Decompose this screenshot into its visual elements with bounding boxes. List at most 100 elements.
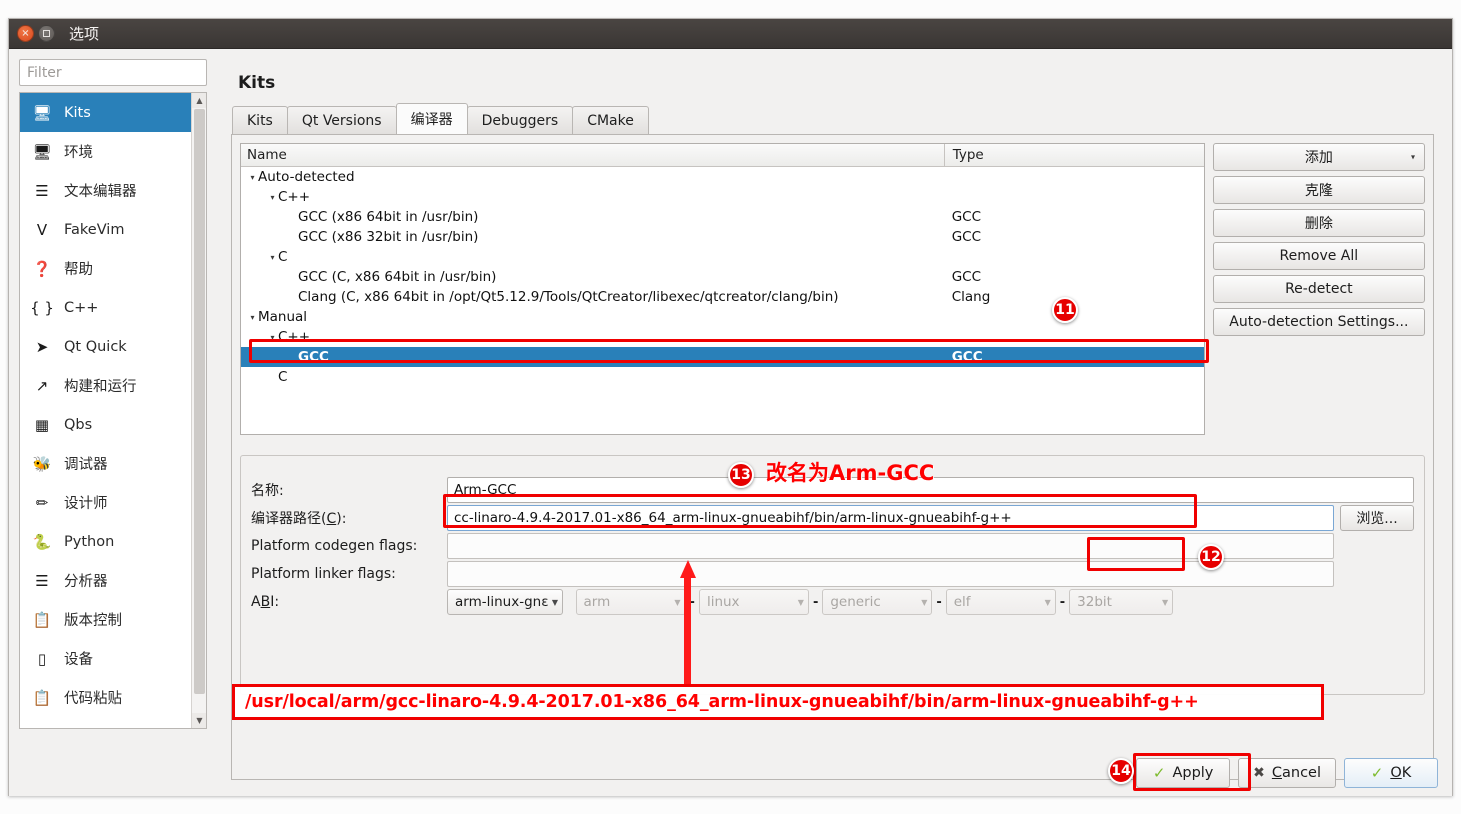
compiler-path-input[interactable]: cc-linaro-4.9.4-2017.01-x86_64_arm-linux…	[447, 505, 1334, 531]
abi-width-combo[interactable]: 32bit ▼	[1069, 589, 1174, 615]
sidebar-item-7[interactable]: ↗ 构建和运行	[20, 366, 206, 405]
tab-0[interactable]: Kits	[232, 106, 288, 134]
tab-3[interactable]: Debuggers	[466, 106, 574, 134]
compiler-action-label: 克隆	[1304, 183, 1333, 199]
braces-icon: { }	[30, 298, 54, 317]
sidebar-item-16[interactable]: ⚙ Language Client	[20, 717, 206, 729]
abi-os-combo[interactable]: linux ▼	[698, 589, 809, 615]
sidebar-item-13[interactable]: 📋 版本控制	[20, 600, 206, 639]
abi-format-combo[interactable]: elf ▼	[945, 589, 1056, 615]
tree-row-name-cell: GCC (x86 64bit in /usr/bin)	[241, 209, 944, 225]
tree-row-label: GCC (x86 64bit in /usr/bin)	[298, 209, 479, 225]
tree-row-label: Auto-detected	[258, 169, 355, 185]
compiler-actions: 添加 ▾ 克隆删除 Remove All Re-detect Auto-detection…	[1212, 143, 1425, 435]
tree-row-type-cell: GCC	[951, 209, 982, 225]
qtquick-icon: ➤	[35, 337, 49, 356]
dialog-button-label: Cancel	[1271, 765, 1321, 781]
chevron-down-icon[interactable]: ▾	[1411, 153, 1415, 162]
sidebar-item-6[interactable]: ➤ Qt Quick	[20, 327, 206, 366]
table-row[interactable]: ▾ Auto-detected	[241, 167, 1204, 187]
tree-row-name-cell: GCC (C, x86 64bit in /usr/bin)	[241, 269, 944, 285]
sidebar-item-10[interactable]: ✏ 设计师	[20, 483, 206, 522]
table-row[interactable]: GCC (x86 64bit in /usr/bin) GCC	[241, 207, 1204, 227]
linker-flags-row: Platform linker flags:	[251, 560, 1414, 588]
tab-2[interactable]: 编译器	[395, 103, 468, 134]
chevron-down-icon[interactable]: ▾	[267, 253, 278, 262]
compiler-action-button-1[interactable]: 克隆	[1212, 176, 1425, 204]
sidebar: Filter 🖥 Kits 🖥 环境 ☰ 文本编辑器 V FakeVim ❓ 帮助 { } C++ ➤ Q…	[19, 59, 224, 729]
fakevim-icon: V	[36, 220, 48, 239]
compiler-action-button-4[interactable]: Re-detect	[1212, 275, 1425, 303]
chevron-down-icon[interactable]: ▾	[247, 313, 258, 322]
dialog-button-ok[interactable]: ✓ OK	[1344, 758, 1438, 788]
sidebar-item-5[interactable]: { } C++	[20, 288, 206, 327]
close-icon[interactable]: ×	[17, 25, 34, 42]
sidebar-item-3[interactable]: V FakeVim	[20, 210, 206, 249]
sidebar-item-15[interactable]: 📋 代码粘贴	[20, 678, 206, 717]
table-row[interactable]: C	[241, 367, 1204, 387]
compiler-action-button-5[interactable]: Auto-detection Settings...	[1212, 308, 1425, 336]
chevron-down-icon[interactable]: ▾	[247, 173, 258, 182]
table-row[interactable]: GCC GCC	[241, 347, 1204, 367]
column-header-type[interactable]: Type	[943, 144, 1204, 166]
tree-row-label: Manual	[258, 309, 308, 325]
scroll-up-icon[interactable]: ▲	[192, 93, 206, 108]
abi-combo[interactable]: arm-linux-gnε ▼	[447, 589, 563, 615]
help-icon: ❓	[32, 259, 52, 278]
dialog-button-cancel[interactable]: ✖ Cancel	[1238, 758, 1336, 788]
sidebar-item-1[interactable]: 🖥 环境	[20, 132, 206, 171]
sidebar-item-label: Language Client	[64, 729, 182, 730]
sidebar-item-label: 设备	[64, 652, 93, 668]
chevron-down-icon[interactable]: ▾	[267, 333, 278, 342]
compiler-action-button-0[interactable]: 添加 ▾	[1212, 143, 1425, 171]
category-list[interactable]: 🖥 Kits 🖥 环境 ☰ 文本编辑器 V FakeVim ❓ 帮助 { } C++ ➤ Qt Quick…	[19, 92, 207, 729]
table-row[interactable]: GCC (C, x86 64bit in /usr/bin) GCC	[241, 267, 1204, 287]
scrollbar-thumb[interactable]	[194, 109, 205, 694]
table-row[interactable]: ▾ C++	[241, 187, 1204, 207]
sidebar-item-11[interactable]: 🐍 Python	[20, 522, 206, 561]
column-header-name[interactable]: Name	[241, 147, 944, 163]
chevron-down-icon: ▼	[1162, 597, 1169, 607]
codegen-flags-label: Platform codegen flags:	[251, 538, 418, 554]
compiler-action-label: Re-detect	[1285, 281, 1353, 297]
abi-flavor-combo[interactable]: generic ▼	[822, 589, 933, 615]
browse-button[interactable]: 浏览...	[1340, 505, 1414, 531]
abi-label-post: I:	[270, 594, 280, 610]
sidebar-item-12[interactable]: ☰ 分析器	[20, 561, 206, 600]
compiler-action-button-3[interactable]: Remove All	[1212, 242, 1425, 270]
sidebar-item-0[interactable]: 🖥 Kits	[20, 93, 206, 132]
abi-arch-combo[interactable]: arm ▼	[575, 589, 686, 615]
tree-row-label: C	[278, 369, 288, 385]
abi-arch-value: arm	[583, 594, 611, 610]
compiler-path-label-pre: 编译器路径(	[251, 511, 327, 527]
table-row[interactable]: GCC (x86 32bit in /usr/bin) GCC	[241, 227, 1204, 247]
maximize-icon[interactable]	[38, 25, 55, 42]
sidebar-item-8[interactable]: ▦ Qbs	[20, 405, 206, 444]
tree-row-type-cell: GCC	[951, 349, 983, 365]
scroll-down-icon[interactable]: ▼	[192, 713, 206, 728]
tab-1[interactable]: Qt Versions	[286, 106, 397, 134]
sidebar-item-label: 环境	[64, 145, 93, 161]
sidebar-item-14[interactable]: ▯ 设备	[20, 639, 206, 678]
compiler-action-label: Auto-detection Settings...	[1229, 314, 1409, 330]
sidebar-scrollbar[interactable]: ▲ ▼	[191, 93, 206, 728]
table-row[interactable]: ▾ C	[241, 247, 1204, 267]
annotation-badge-14: 14	[1108, 758, 1134, 784]
dialog-button-apply[interactable]: ✓ Apply	[1136, 758, 1231, 788]
filter-input[interactable]: Filter	[19, 59, 207, 86]
tree-row-label: C++	[278, 329, 311, 345]
chevron-down-icon[interactable]: ▾	[267, 193, 278, 202]
sidebar-item-label: 调试器	[64, 457, 108, 473]
compiler-tree[interactable]: Name Type ▾ Auto-detected ▾ C++ GCC (x86 64b…	[240, 143, 1205, 435]
sidebar-item-4[interactable]: ❓ 帮助	[20, 249, 206, 288]
sidebar-item-2[interactable]: ☰ 文本编辑器	[20, 171, 206, 210]
sidebar-item-9[interactable]: 🐝 调试器	[20, 444, 206, 483]
compiler-action-button-2[interactable]: 删除	[1212, 209, 1425, 237]
table-row[interactable]: ▾ C++	[241, 327, 1204, 347]
compiler-path-row: 编译器路径(C): cc-linaro-4.9.4-2017.01-x86_64…	[251, 504, 1414, 532]
tab-4[interactable]: CMake	[572, 106, 649, 134]
sidebar-item-label: 版本控制	[64, 613, 122, 629]
bug-icon: 🐝	[32, 454, 52, 473]
tab-bar[interactable]: Kits Qt Versions 编译器 Debuggers CMake	[231, 103, 1434, 135]
chevron-down-icon: ▼	[674, 597, 681, 607]
